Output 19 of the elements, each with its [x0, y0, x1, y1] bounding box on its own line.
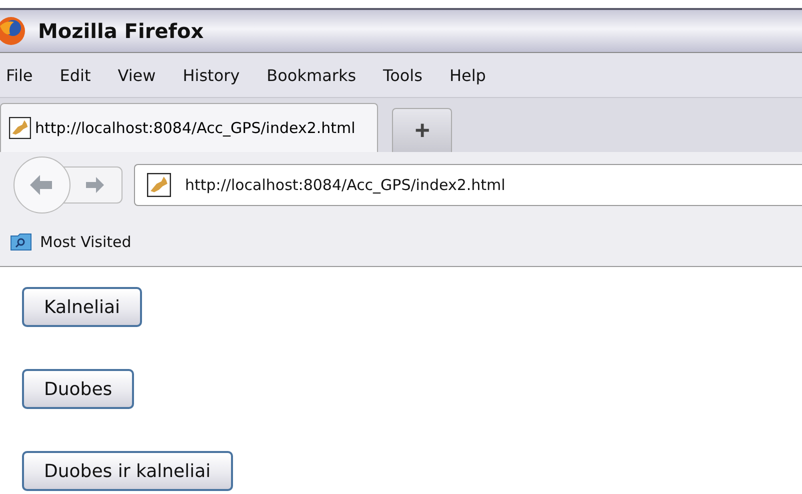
page-button[interactable]: Duobes [22, 369, 134, 409]
page-button[interactable]: Kalneliai [22, 287, 142, 327]
menu-item[interactable]: Help [449, 66, 499, 84]
back-forward-icon [12, 155, 124, 215]
browser-tab[interactable]: http://localhost:8084/Acc_GPS/index2.html [0, 103, 378, 152]
folder-icon [10, 233, 32, 251]
new-tab-button[interactable]: + [392, 108, 452, 152]
menu-item[interactable]: Edit [60, 66, 104, 84]
firefox-logo-icon [0, 16, 26, 46]
menu-item[interactable]: Tools [383, 66, 436, 84]
page-button[interactable]: Duobes ir kalneliai [22, 451, 233, 491]
menu-item[interactable]: View [118, 66, 169, 84]
bookmark-link[interactable]: Most Visited [40, 233, 132, 251]
menu-item[interactable]: File [6, 66, 46, 84]
menu-item[interactable]: Bookmarks [266, 66, 370, 84]
window-title: Mozilla Firefox [38, 19, 204, 43]
tab-title: http://localhost:8084/Acc_GPS/index2.html [35, 119, 356, 137]
address-bar[interactable]: http://localhost:8084/Acc_GPS/index2.html [134, 164, 802, 206]
menu-item[interactable]: History [182, 66, 253, 84]
